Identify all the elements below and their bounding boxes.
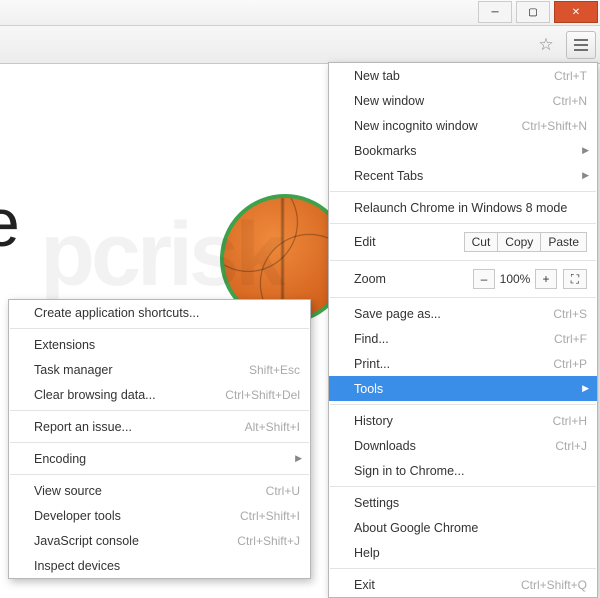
menu-print[interactable]: Print...Ctrl+P — [329, 351, 597, 376]
tools-submenu: Create application shortcuts... Extensio… — [8, 299, 311, 579]
submenu-clear-data[interactable]: Clear browsing data...Ctrl+Shift+Del — [9, 382, 310, 407]
submenu-create-shortcuts[interactable]: Create application shortcuts... — [9, 300, 310, 325]
separator — [10, 442, 309, 443]
zoom-out-button[interactable]: – — [473, 269, 495, 289]
menu-settings[interactable]: Settings — [329, 490, 597, 515]
submenu-extensions[interactable]: Extensions — [9, 332, 310, 357]
submenu-task-manager[interactable]: Task managerShift+Esc — [9, 357, 310, 382]
menu-tools[interactable]: Tools▶ — [329, 376, 597, 401]
menu-edit: Edit Cut Copy Paste — [329, 227, 597, 257]
page-heading-fragment: e — [0, 184, 20, 262]
menu-relaunch-win8[interactable]: Relaunch Chrome in Windows 8 mode — [329, 195, 597, 220]
maximize-button[interactable]: ▢ — [516, 1, 550, 23]
menu-save-as[interactable]: Save page as...Ctrl+S — [329, 301, 597, 326]
separator — [330, 404, 596, 405]
chevron-right-icon: ▶ — [582, 145, 589, 156]
copy-button[interactable]: Copy — [497, 232, 541, 252]
menu-new-window[interactable]: New windowCtrl+N — [329, 88, 597, 113]
menu-new-tab[interactable]: New tabCtrl+T — [329, 63, 597, 88]
submenu-report-issue[interactable]: Report an issue...Alt+Shift+I — [9, 414, 310, 439]
menu-find[interactable]: Find...Ctrl+F — [329, 326, 597, 351]
separator — [330, 297, 596, 298]
bookmark-star-icon[interactable]: ☆ — [532, 31, 560, 59]
separator — [330, 568, 596, 569]
separator — [330, 260, 596, 261]
submenu-inspect-devices[interactable]: Inspect devices — [9, 553, 310, 578]
menu-incognito[interactable]: New incognito windowCtrl+Shift+N — [329, 113, 597, 138]
menu-signin[interactable]: Sign in to Chrome... — [329, 458, 597, 483]
separator — [330, 223, 596, 224]
separator — [330, 191, 596, 192]
menu-bookmarks[interactable]: Bookmarks▶ — [329, 138, 597, 163]
chrome-main-menu: New tabCtrl+T New windowCtrl+N New incog… — [328, 62, 598, 598]
submenu-dev-tools[interactable]: Developer toolsCtrl+Shift+I — [9, 503, 310, 528]
chevron-right-icon: ▶ — [295, 453, 302, 464]
menu-zoom: Zoom – 100% + ⛶ — [329, 264, 597, 294]
zoom-level: 100% — [494, 269, 536, 289]
close-button[interactable]: ✕ — [554, 1, 598, 23]
chevron-right-icon: ▶ — [582, 383, 589, 394]
menu-button[interactable] — [566, 31, 596, 59]
submenu-js-console[interactable]: JavaScript consoleCtrl+Shift+J — [9, 528, 310, 553]
menu-downloads[interactable]: DownloadsCtrl+J — [329, 433, 597, 458]
separator — [10, 410, 309, 411]
menu-history[interactable]: HistoryCtrl+H — [329, 408, 597, 433]
paste-button[interactable]: Paste — [540, 232, 587, 252]
menu-about[interactable]: About Google Chrome — [329, 515, 597, 540]
browser-toolbar: ☆ — [0, 26, 600, 64]
menu-help[interactable]: Help — [329, 540, 597, 565]
menu-recent-tabs[interactable]: Recent Tabs▶ — [329, 163, 597, 188]
menu-exit[interactable]: ExitCtrl+Shift+Q — [329, 572, 597, 597]
fullscreen-button[interactable]: ⛶ — [563, 269, 587, 289]
separator — [10, 474, 309, 475]
submenu-view-source[interactable]: View sourceCtrl+U — [9, 478, 310, 503]
submenu-encoding[interactable]: Encoding▶ — [9, 446, 310, 471]
separator — [10, 328, 309, 329]
cut-button[interactable]: Cut — [464, 232, 499, 252]
separator — [330, 486, 596, 487]
minimize-button[interactable]: ─ — [478, 1, 512, 23]
window-titlebar: ─ ▢ ✕ — [0, 0, 600, 26]
chevron-right-icon: ▶ — [582, 170, 589, 181]
zoom-in-button[interactable]: + — [535, 269, 557, 289]
